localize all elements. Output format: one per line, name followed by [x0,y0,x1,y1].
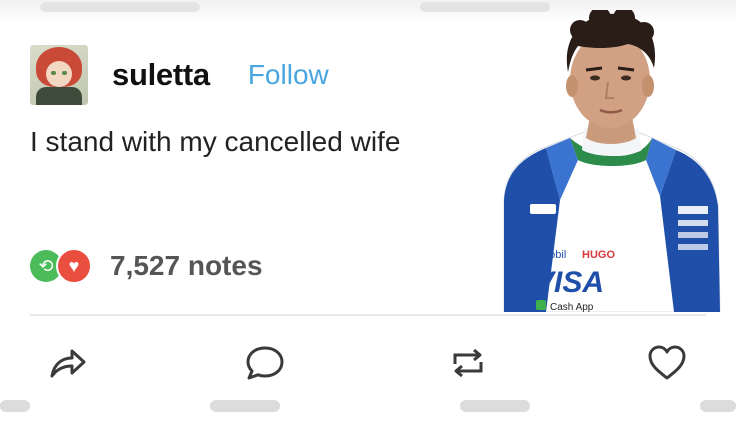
notes-summary[interactable]: ⟲ ♥ 7,527 notes [30,248,263,284]
heart-icon [648,345,686,380]
username[interactable]: suletta [112,57,210,93]
post-header: suletta Follow [30,45,329,105]
reblog-button[interactable] [445,340,497,392]
cropped-edge [460,400,530,412]
like-button[interactable] [644,340,696,392]
cropped-edge [210,400,280,412]
heart-badge-icon: ♥ [56,248,92,284]
notes-icons: ⟲ ♥ [30,248,106,284]
cropped-edge [700,400,736,412]
cropped-edge [0,400,30,412]
driver-photo: Mobil HUGO VISA Cash App [503,10,721,312]
cashapp-logo [536,300,546,310]
sponsor-mobil: Mobil [540,249,566,261]
reblog-icon [453,348,483,378]
divider [30,314,706,316]
share-icon [50,349,86,378]
post-text: I stand with my cancelled wife [30,126,401,157]
notes-count[interactable]: 7,527 notes [110,250,263,282]
cropped-edge [40,2,200,12]
reply-button[interactable] [242,340,294,392]
follow-button[interactable]: Follow [248,59,329,91]
reply-icon [246,346,284,380]
bottom-cropped-strip [0,400,736,440]
avatar[interactable] [30,45,88,105]
sponsor-visa: VISA [534,266,604,299]
sponsor-cashapp: Cash App [550,302,594,312]
share-button[interactable] [44,340,96,392]
sponsor-patch [530,204,556,214]
sponsor-hugo: HUGO [582,249,615,261]
post-actions [0,340,736,392]
